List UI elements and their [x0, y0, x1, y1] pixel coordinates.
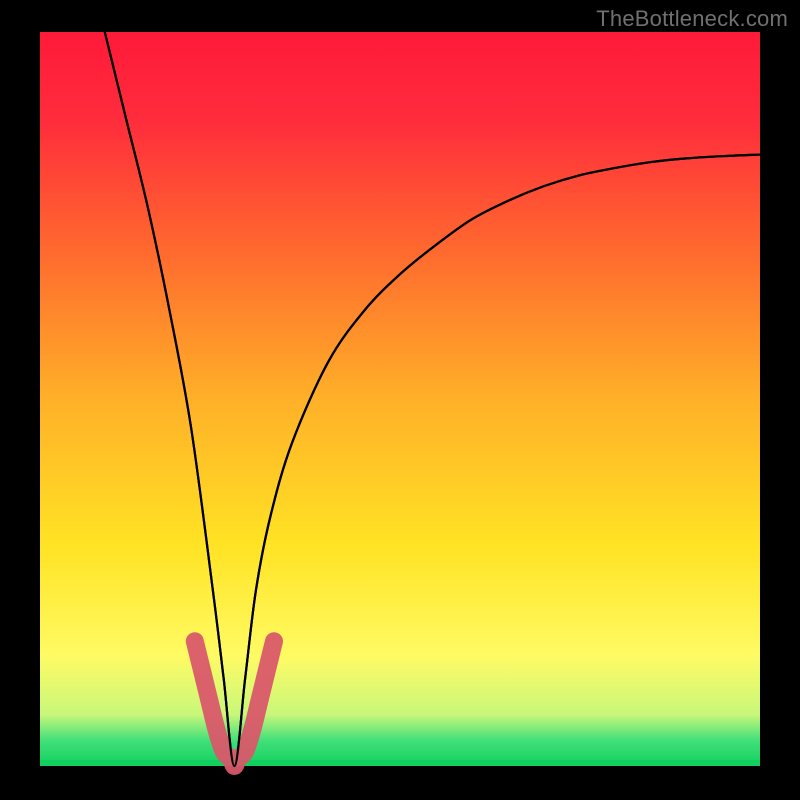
chart-frame: TheBottleneck.com: [0, 0, 800, 800]
plot-baseline-band: [40, 760, 760, 766]
bottleneck-chart: [0, 0, 800, 800]
plot-background: [40, 32, 760, 766]
